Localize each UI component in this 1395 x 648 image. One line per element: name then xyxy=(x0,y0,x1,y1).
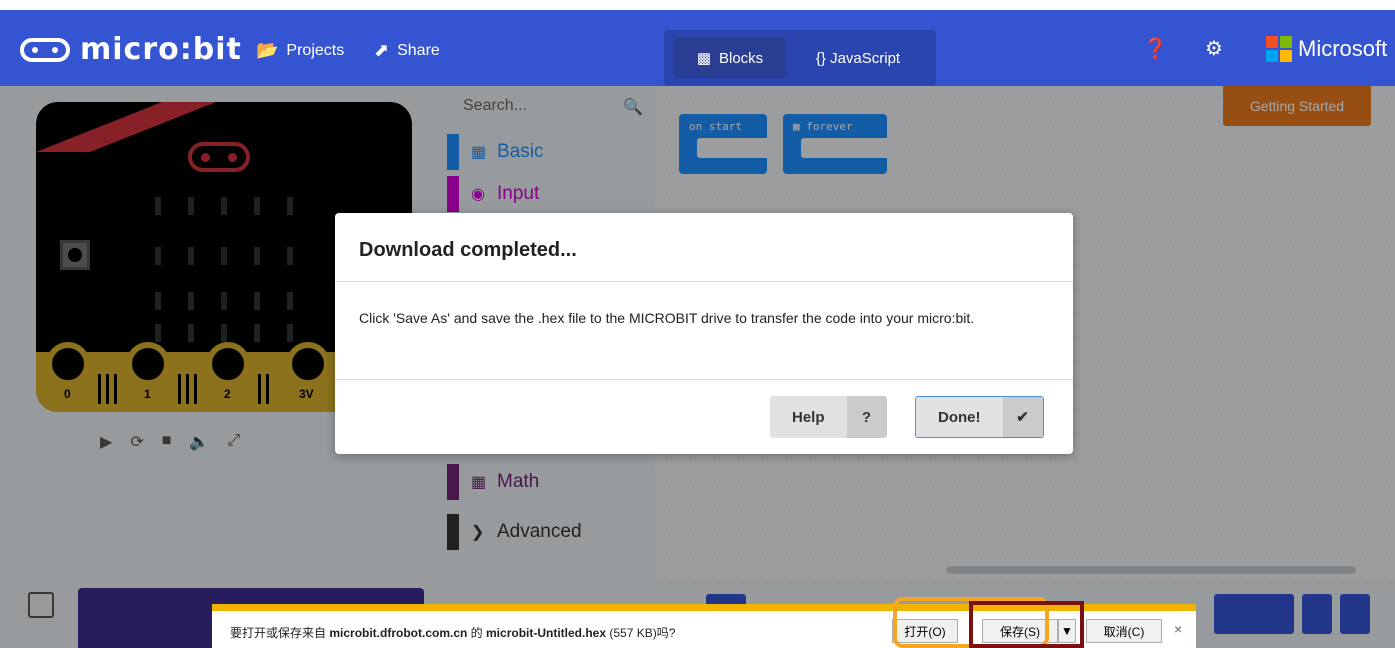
help-label: Help xyxy=(770,396,847,438)
done-label: Done! xyxy=(916,397,1003,437)
share-icon: ⬈ xyxy=(374,40,390,60)
microbit-logo-icon xyxy=(20,37,70,62)
download-completed-dialog: Download completed... Click 'Save As' an… xyxy=(335,213,1073,454)
logo-text: micro:bit xyxy=(80,32,242,67)
divider xyxy=(335,379,1073,380)
help-button[interactable]: Help ? xyxy=(770,396,887,438)
microsoft-logo[interactable]: Microsoft xyxy=(1266,36,1387,62)
prompt-mid: 的 xyxy=(467,626,487,640)
blocks-tab[interactable]: ▩ Blocks xyxy=(674,38,786,78)
share-button[interactable]: ⬈ Share xyxy=(374,40,440,61)
javascript-label: {} JavaScript xyxy=(815,49,901,67)
done-button[interactable]: Done! ✔ xyxy=(915,396,1044,438)
dialog-message: Click 'Save As' and save the .hex file t… xyxy=(359,310,975,326)
question-icon: ? xyxy=(846,396,887,438)
download-size: (557 KB)吗? xyxy=(606,626,676,640)
puzzle-icon: ▩ xyxy=(696,50,711,67)
close-icon[interactable]: × xyxy=(1174,621,1182,637)
blocks-label: Blocks xyxy=(719,49,764,67)
microbit-logo[interactable]: micro:bit xyxy=(20,32,242,67)
checkmark-icon: ✔ xyxy=(1002,397,1043,437)
share-label: Share xyxy=(397,41,440,59)
cancel-button[interactable]: 取消(C) xyxy=(1086,619,1162,643)
download-prompt: 要打开或保存来自 microbit.dfrobot.com.cn 的 micro… xyxy=(230,624,675,641)
projects-label: Projects xyxy=(286,41,345,59)
prompt-prefix: 要打开或保存来自 xyxy=(230,626,330,640)
download-site: microbit.dfrobot.com.cn xyxy=(329,626,468,640)
save-highlight-annotation xyxy=(969,601,1084,648)
gear-icon[interactable]: ⚙ xyxy=(1203,38,1225,60)
editor-switch: ▩ Blocks {} JavaScript xyxy=(664,30,936,86)
app-header: micro:bit 📂 Projects ⬈ Share ▩ Blocks {}… xyxy=(0,10,1395,86)
dialog-title: Download completed... xyxy=(359,239,577,261)
browser-top-strip xyxy=(0,0,1395,10)
microsoft-squares-icon xyxy=(1266,36,1292,62)
divider xyxy=(335,281,1073,282)
microsoft-label: Microsoft xyxy=(1298,36,1388,61)
projects-button[interactable]: 📂 Projects xyxy=(256,40,344,61)
download-filename: microbit-Untitled.hex xyxy=(486,626,607,640)
javascript-tab[interactable]: {} JavaScript xyxy=(790,38,926,78)
help-icon[interactable]: ❓ xyxy=(1143,38,1168,60)
folder-icon: 📂 xyxy=(256,40,279,60)
